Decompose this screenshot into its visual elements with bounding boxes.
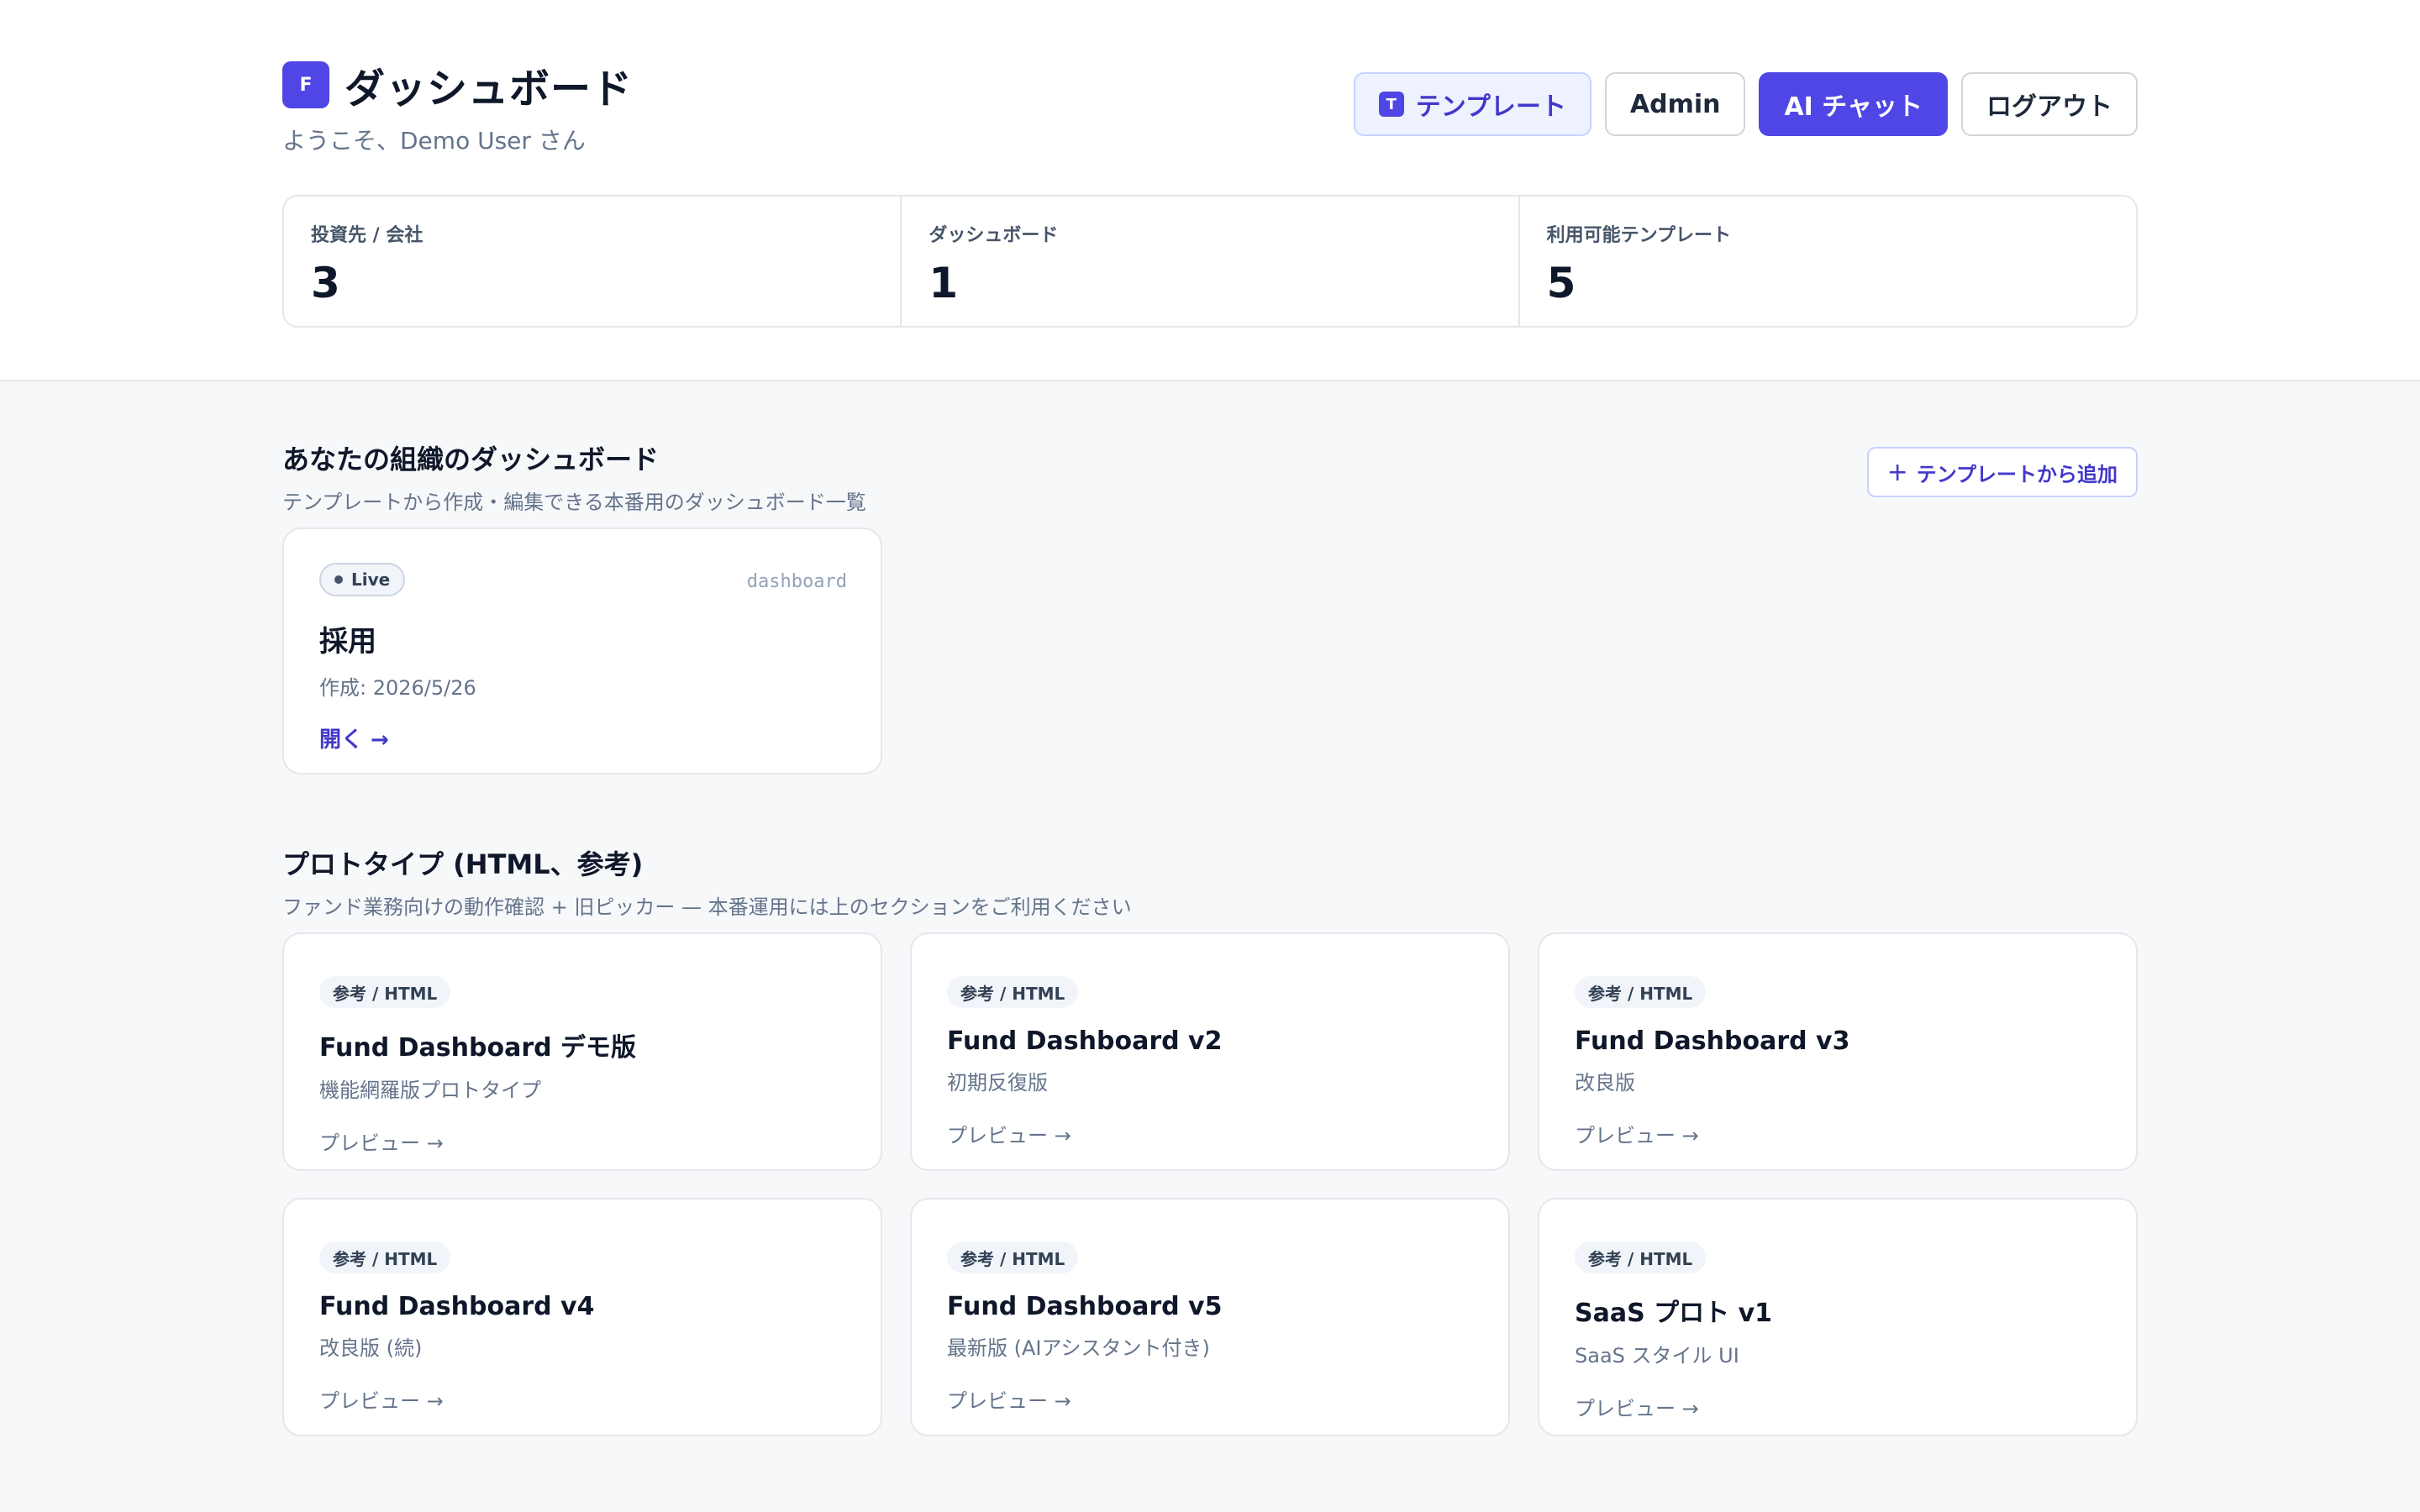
prototype-name: Fund Dashboard v3 — [1575, 1026, 1850, 1056]
stat-label: ダッシュボード — [929, 225, 1059, 246]
org-section-subtitle: テンプレートから作成・編集できる本番用のダッシュボード一覧 — [282, 491, 866, 514]
prototype-card-saas[interactable]: 参考 / HTML SaaS プロト v1 SaaS スタイル UI プレビュー… — [1538, 1198, 2138, 1436]
template-button[interactable]: T テンプレート — [1353, 72, 1591, 136]
prototype-name: SaaS プロト v1 — [1575, 1299, 1773, 1328]
status-badge-label: Live — [351, 570, 391, 590]
prototype-card-v5[interactable]: 参考 / HTML Fund Dashboard v5 最新版 (AIアシスタン… — [910, 1198, 1510, 1436]
stat-value: 3 — [311, 259, 340, 307]
prototype-card-demo[interactable]: 参考 / HTML Fund Dashboard デモ版 機能網羅版プロトタイプ… — [282, 932, 882, 1171]
stat-label: 投資先 / 会社 — [311, 225, 424, 246]
stat-value: 1 — [929, 259, 959, 307]
header: F ダッシュボード ようこそ、Demo User さん T テンプレート Adm… — [282, 55, 2138, 156]
preview-link[interactable]: プレビュー → — [1575, 1392, 1699, 1421]
top-panel: F ダッシュボード ようこそ、Demo User さん T テンプレート Adm… — [0, 0, 2420, 381]
reference-badge: 参考 / HTML — [319, 1242, 451, 1273]
prototype-section-subtitle: ファンド業務向けの動作確認 + 旧ピッカー — 本番運用には上のセクションをご利… — [282, 895, 1132, 919]
brand: F ダッシュボード — [282, 55, 633, 114]
prototype-description: 最新版 (AIアシスタント付き) — [947, 1336, 1210, 1360]
prototype-description: 改良版 (続) — [319, 1336, 423, 1360]
prototype-name: Fund Dashboard v4 — [319, 1292, 595, 1321]
prototype-section-header: プロトタイプ (HTML、参考) ファンド業務向けの動作確認 + 旧ピッカー —… — [282, 843, 2138, 919]
dashboard-card[interactable]: Live dashboard 採用 作成: 2026/5/26 開く → — [282, 528, 882, 774]
reference-badge: 参考 / HTML — [947, 976, 1079, 1008]
prototype-card-v4[interactable]: 参考 / HTML Fund Dashboard v4 改良版 (続) プレビュ… — [282, 1198, 882, 1436]
preview-link[interactable]: プレビュー → — [319, 1126, 444, 1156]
status-badge: Live — [319, 563, 406, 596]
dashboard-name: 採用 — [319, 625, 376, 659]
template-button-label: テンプレート — [1415, 92, 1566, 122]
stat-label: 利用可能テンプレート — [1546, 225, 1731, 246]
prototype-description: SaaS スタイル UI — [1575, 1344, 1739, 1368]
dashboard-created-date: 作成: 2026/5/26 — [319, 676, 476, 700]
org-section-title: あなたの組織のダッシュボード — [282, 444, 660, 475]
reference-badge: 参考 / HTML — [1575, 976, 1707, 1008]
prototype-card-v2[interactable]: 参考 / HTML Fund Dashboard v2 初期反復版 プレビュー … — [910, 932, 1510, 1171]
prototype-name: Fund Dashboard デモ版 — [319, 1033, 637, 1063]
preview-link[interactable]: プレビュー → — [1575, 1119, 1699, 1148]
prototype-name: Fund Dashboard v2 — [947, 1026, 1223, 1056]
add-from-template-button[interactable]: + テンプレートから追加 — [1866, 447, 2138, 497]
ai-chat-button[interactable]: AI チャット — [1759, 72, 1948, 136]
plus-icon: + — [1886, 457, 1908, 487]
page-title: ダッシュボード — [345, 66, 634, 113]
prototype-description: 初期反復版 — [947, 1071, 1048, 1095]
open-dashboard-link[interactable]: 開く → — [319, 722, 389, 753]
stat-dashboards: ダッシュボード 1 — [902, 197, 1520, 326]
preview-link[interactable]: プレビュー → — [947, 1384, 1071, 1414]
top-nav: T テンプレート Admin AI チャット ログアウト — [1353, 72, 2138, 136]
logout-button[interactable]: ログアウト — [1961, 72, 2138, 136]
stat-value: 5 — [1546, 259, 1576, 307]
stat-templates: 利用可能テンプレート 5 — [1520, 197, 2136, 326]
dashboard-kind: dashboard — [746, 571, 847, 592]
add-from-template-label: テンプレートから追加 — [1916, 462, 2118, 486]
reference-badge: 参考 / HTML — [947, 1242, 1079, 1273]
org-section-header: あなたの組織のダッシュボード テンプレートから作成・編集できる本番用のダッシュボ… — [282, 438, 2138, 514]
welcome-text: ようこそ、Demo User さん — [282, 127, 586, 155]
admin-button[interactable]: Admin — [1604, 72, 1746, 136]
stats-panel: 投資先 / 会社 3 ダッシュボード 1 利用可能テンプレート 5 — [282, 195, 2138, 328]
stat-companies: 投資先 / 会社 3 — [284, 197, 902, 326]
reference-badge: 参考 / HTML — [1575, 1242, 1707, 1273]
prototype-section-title: プロトタイプ (HTML、参考) — [282, 848, 644, 880]
preview-link[interactable]: プレビュー → — [319, 1384, 444, 1414]
brand-logo-icon: F — [282, 61, 329, 108]
prototype-description: 改良版 — [1575, 1071, 1635, 1095]
preview-link[interactable]: プレビュー → — [947, 1119, 1071, 1148]
prototype-card-v3[interactable]: 参考 / HTML Fund Dashboard v3 改良版 プレビュー → — [1538, 932, 2138, 1171]
status-dot-icon — [334, 575, 343, 584]
template-icon: T — [1378, 92, 1404, 117]
prototype-description: 機能網羅版プロトタイプ — [319, 1079, 541, 1102]
reference-badge: 参考 / HTML — [319, 976, 451, 1008]
prototype-name: Fund Dashboard v5 — [947, 1292, 1223, 1321]
